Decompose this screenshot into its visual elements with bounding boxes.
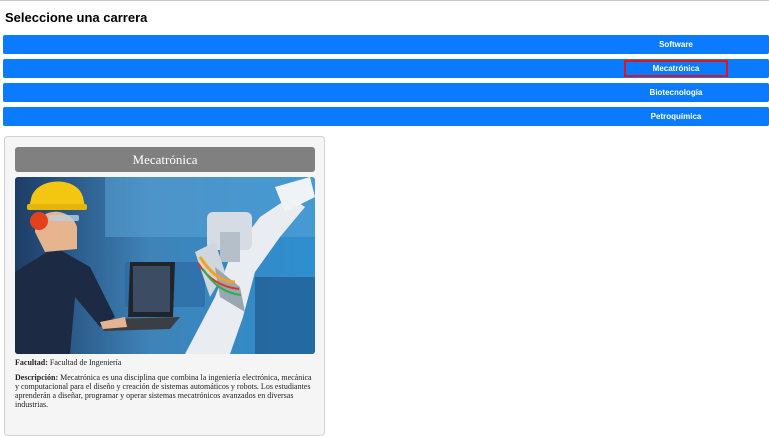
description-label: Descripción: — [15, 373, 59, 382]
faculty-info: Facultad: Facultad de Ingeniería — [15, 358, 315, 367]
career-button-label: Mecatrónica — [624, 60, 728, 77]
career-card-title: Mecatrónica — [15, 147, 315, 172]
career-button-biotecnologia[interactable]: Biotecnología — [3, 83, 769, 102]
career-button-petroquimica[interactable]: Petroquímica — [3, 107, 769, 126]
career-button-label: Software — [659, 40, 693, 49]
career-button-mecatronica[interactable]: Mecatrónica — [3, 59, 769, 78]
career-button-label: Biotecnología — [649, 88, 703, 97]
faculty-label: Facultad: — [15, 358, 48, 367]
window-top-border — [0, 0, 769, 1]
description-value: Mecatrónica es una disciplina que combin… — [15, 373, 312, 409]
career-button-label: Petroquímica — [650, 112, 702, 121]
career-card: Mecatrónica Facultad: Facultad de Ingeni… — [4, 136, 325, 436]
page-title: Seleccione una carrera — [5, 10, 148, 25]
faculty-value: Facultad de Ingeniería — [49, 358, 122, 367]
career-button-software[interactable]: Software — [3, 35, 769, 54]
description-info: Descripción: Mecatrónica es una discipli… — [15, 373, 315, 409]
career-card-image — [15, 177, 315, 354]
